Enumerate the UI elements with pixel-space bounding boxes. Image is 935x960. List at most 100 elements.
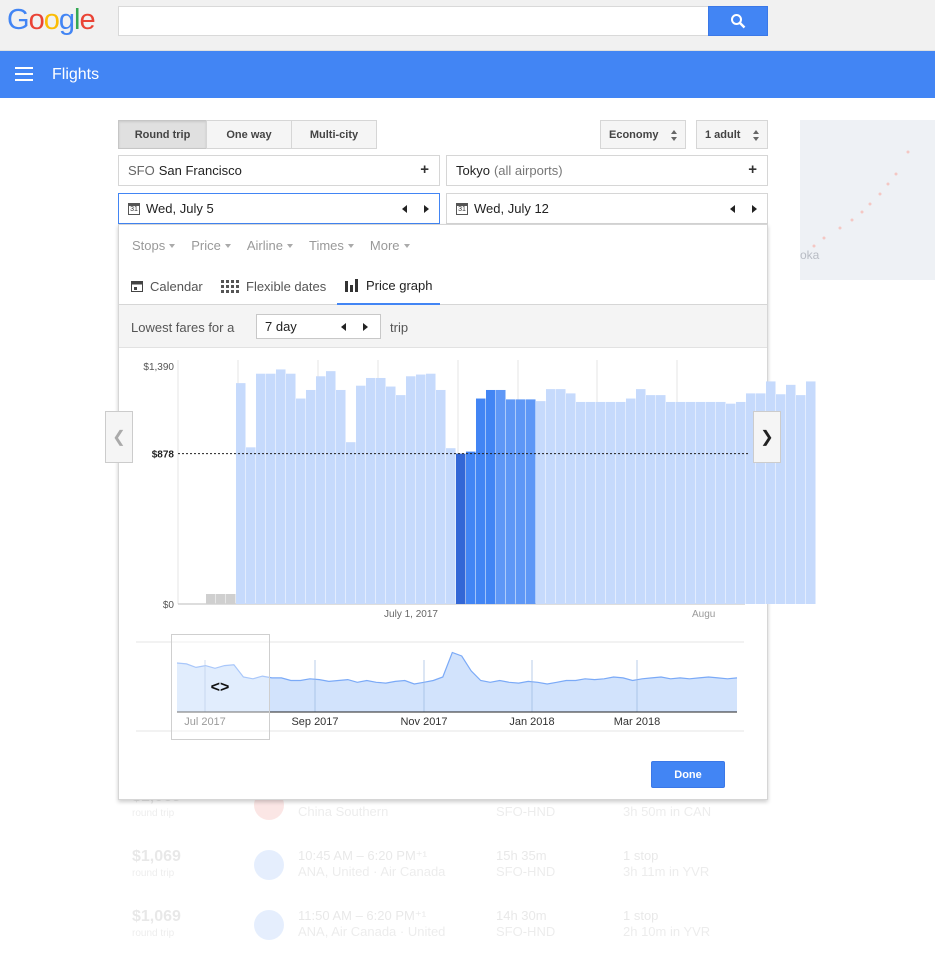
dropdown-icon [287,243,293,248]
logo-letter: g [58,4,75,36]
search-input[interactable] [118,6,709,36]
passengers-select[interactable]: 1 adult [696,120,768,149]
trip-type-multi-city[interactable]: Multi-city [291,120,377,149]
dropdown-icon [347,243,354,248]
result-airline: ANA, United · Air Canada [298,864,446,879]
destination-name: Tokyo [456,163,490,178]
map-label: oka [800,248,820,262]
cabin-select-label: Economy [609,128,659,141]
updown-icon [753,130,759,141]
chart-bar [786,384,796,604]
origin-field[interactable]: SFO San Francisco + [118,155,440,186]
filter-label: Price [191,238,221,253]
result-stops: 1 stop [623,908,659,923]
destination-sub: (all airports) [493,163,563,178]
search-button[interactable] [708,6,768,36]
logo-letter: o [43,4,60,36]
tab-calendar[interactable]: Calendar [131,267,203,305]
next-day-icon[interactable] [424,205,429,213]
next-range-button[interactable]: ❯ [753,411,781,463]
return-date-value: Wed, July 12 [474,201,549,216]
chevron-left-icon: ❮ [112,429,126,446]
origin-code: SFO [128,163,155,178]
prev-day-icon[interactable] [730,205,735,213]
result-price: $1,069 [132,908,181,925]
filter-label: Times [309,238,344,253]
add-origin-icon[interactable]: + [420,162,429,177]
chart-bar [806,381,816,604]
result-airline: ANA, Air Canada · United [298,924,446,939]
tab-flexible-dates[interactable]: Flexible dates [221,267,326,305]
calendar-icon: 31 [128,202,140,215]
cabin-select[interactable]: Economy [600,120,686,149]
logo-letter: e [79,4,95,36]
return-date-field[interactable]: 31 Wed, July 12 [446,193,768,224]
prev-day-icon[interactable] [402,205,407,213]
logo-letter: o [28,4,45,36]
done-button[interactable]: Done [651,761,725,788]
trip-type-round-trip[interactable]: Round trip [118,120,207,149]
bar-chart-icon [345,278,358,292]
destination-field[interactable]: Tokyo (all airports) + [446,155,768,186]
app-title: Flights [52,66,100,83]
prev-range-button[interactable]: ❮ [105,411,133,463]
trip-length-value: 7 day [265,319,297,334]
filter-times[interactable]: Times [309,238,354,253]
filter-airline[interactable]: Airline [247,238,293,253]
chart-bar [796,395,806,604]
result-trip-type: round trip [132,868,175,879]
result-row[interactable]: $1,069 round trip 11:50 AM – 6:20 PM⁺¹ A… [118,900,768,960]
app-bar: Flights [0,51,935,98]
passengers-select-label: 1 adult [705,128,741,141]
tab-price-graph[interactable]: Price graph [337,267,441,305]
chevron-right-icon: ❯ [760,429,774,446]
filter-bar: Stops Price Airline Times More [132,238,426,253]
return-date-arrows [730,205,757,213]
result-trip-type: round trip [132,808,175,819]
result-airline: China Southern [298,804,389,819]
fare-duration-bar: Lowest fares for a 7 day trip [119,305,767,348]
calendar-icon [131,281,143,292]
top-bar: Google [0,0,935,51]
tab-label: Flexible dates [246,278,327,294]
map-preview[interactable]: oka [800,120,935,280]
depart-date-value: Wed, July 5 [146,201,214,216]
result-trip-type: round trip [132,928,175,939]
dropdown-icon [403,243,410,248]
dropdown-icon [224,243,231,248]
search-icon [731,14,746,29]
result-row[interactable]: $1,069 round trip 10:45 AM – 6:20 PM⁺¹ A… [118,840,768,900]
filter-price[interactable]: Price [191,238,231,253]
result-layover: 3h 11m in YVR [623,864,710,879]
google-logo[interactable]: Google [7,4,96,37]
trip-length-select[interactable]: 7 day [256,314,381,339]
result-duration: 15h 35m [496,848,547,863]
map-dots [812,150,910,248]
tab-label: Calendar [150,278,203,294]
filter-label: More [369,238,400,253]
result-layover: 2h 10m in YVR [623,924,711,939]
add-destination-icon[interactable]: + [748,162,757,177]
updown-icon [671,130,677,141]
airline-logo-icon [254,910,284,940]
result-stops: 1 stop [623,848,659,863]
menu-icon[interactable] [15,67,33,81]
origin-name: San Francisco [158,163,242,178]
result-time: 10:45 AM – 6:20 PM⁺¹ [298,848,427,863]
result-duration: 14h 30m [496,908,547,923]
filter-more[interactable]: More [370,238,410,253]
result-route: SFO-HND [496,804,556,819]
result-route: SFO-HND [496,864,556,879]
increase-icon[interactable] [363,323,368,331]
view-tabs: Calendar Flexible dates Price graph [119,267,767,305]
date-picker-panel: Stops Price Airline Times More Calendar … [118,224,768,800]
decrease-icon[interactable] [341,323,346,331]
filter-label: Airline [246,238,283,253]
next-day-icon[interactable] [752,205,757,213]
filter-label: Stops [132,238,166,253]
filter-stops[interactable]: Stops [132,238,176,253]
trip-type-one-way[interactable]: One way [206,120,292,149]
airline-logo-icon [254,850,284,880]
fare-suffix: trip [390,320,409,335]
depart-date-field[interactable]: 31 Wed, July 5 [118,193,440,224]
